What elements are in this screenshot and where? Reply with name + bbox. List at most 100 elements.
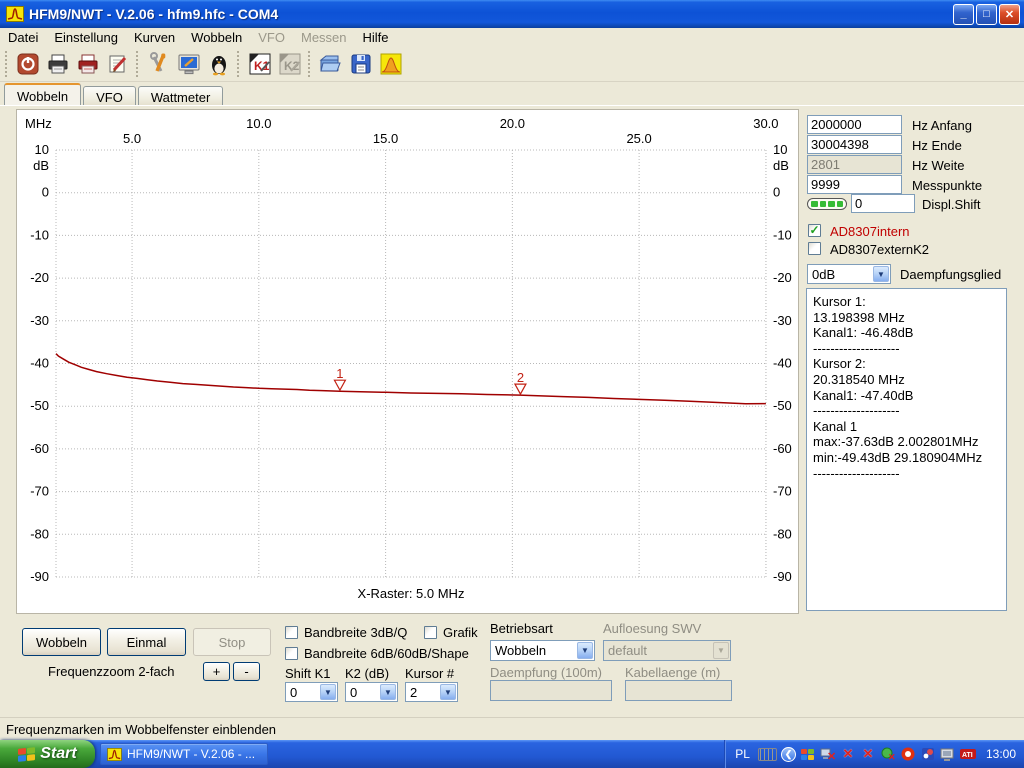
taskbar-task-hfm9nwt[interactable]: HFM9/NWT - V.2.06 - ... <box>100 743 268 765</box>
screen-edit-icon[interactable] <box>174 49 204 79</box>
sweep-curve-icon[interactable] <box>376 49 406 79</box>
kursor-nr-label: Kursor # <box>405 666 454 681</box>
daempfung-label: Daempfung (100m) <box>490 665 602 680</box>
cursor-info-line: Kanal1: -46.48dB <box>813 325 1000 341</box>
ad8307-extern-checkbox[interactable] <box>808 242 821 255</box>
stop-button: Stop <box>193 628 271 656</box>
network-error-icon[interactable]: ✕ <box>820 746 836 762</box>
zoom-in-button[interactable]: + <box>203 662 230 681</box>
messpunkte-label: Messpunkte <box>912 178 982 193</box>
tab-wattmeter[interactable]: Wattmeter <box>138 86 223 105</box>
print-color-icon[interactable] <box>73 49 103 79</box>
start-button[interactable]: Start <box>0 740 95 768</box>
display-settings-icon[interactable] <box>940 746 956 762</box>
tab-vfo[interactable]: VFO <box>83 86 136 105</box>
k2-db-select[interactable]: 0▼ <box>345 682 398 702</box>
bandbreite-6db-checkbox[interactable] <box>285 647 298 660</box>
settings-tools-icon[interactable] <box>144 49 174 79</box>
menu-wobbeln[interactable]: Wobbeln <box>183 28 250 47</box>
svg-text:-30: -30 <box>30 313 49 328</box>
aufloesung-swv-label: Aufloesung SWV <box>603 621 701 636</box>
dual-color-app-icon[interactable] <box>920 746 936 762</box>
menu-hilfe[interactable]: Hilfe <box>355 28 397 47</box>
tab-wobbeln[interactable]: Wobbeln <box>4 83 81 105</box>
chevron-down-icon[interactable]: ▼ <box>380 684 396 700</box>
cursor-info-line: -------------------- <box>813 403 1000 419</box>
device-error-1-icon[interactable]: ✕ <box>840 746 856 762</box>
keyboard-layout-icon[interactable] <box>758 748 777 761</box>
menu-kurven[interactable]: Kurven <box>126 28 183 47</box>
chevron-down-icon[interactable]: ▼ <box>873 266 889 282</box>
menu-datei[interactable]: Datei <box>0 28 46 47</box>
svg-text:dB: dB <box>33 158 49 173</box>
einmal-button[interactable]: Einmal <box>107 628 186 656</box>
minimize-button[interactable]: _ <box>953 4 974 25</box>
menu-vfo: VFO <box>250 28 293 47</box>
open-file-icon[interactable] <box>316 49 346 79</box>
start-label: Start <box>40 745 76 763</box>
svg-text:-70: -70 <box>773 484 792 499</box>
taskbar-clock[interactable]: 13:00 <box>986 747 1016 761</box>
chevron-down-icon[interactable]: ▼ <box>320 684 336 700</box>
toolbar-gripper <box>237 51 242 77</box>
svg-text:-80: -80 <box>773 526 792 541</box>
cursor-marker-1[interactable]: 1 <box>334 366 345 390</box>
hz-anfang-input[interactable] <box>807 115 902 134</box>
agent-error-icon[interactable]: ✕ <box>880 746 896 762</box>
hide-tray-icons-button[interactable]: ❮ <box>781 747 796 762</box>
svg-text:-70: -70 <box>30 484 49 499</box>
windows-update-icon[interactable] <box>800 746 816 762</box>
save-file-icon[interactable] <box>346 49 376 79</box>
ati-icon[interactable]: ATI <box>960 746 976 762</box>
window-title: HFM9/NWT - V.2.06 - hfm9.hfc - COM4 <box>29 6 951 22</box>
svg-text:dB: dB <box>773 158 789 173</box>
maximize-button[interactable]: □ <box>976 4 997 25</box>
exit-icon[interactable] <box>13 49 43 79</box>
svg-text:30.0: 30.0 <box>753 116 778 131</box>
language-indicator[interactable]: PL <box>731 746 754 762</box>
device-error-2-icon[interactable]: ✕ <box>860 746 876 762</box>
chevron-down-icon: ▼ <box>713 642 729 659</box>
bandbreite-3db-checkbox[interactable] <box>285 626 298 639</box>
red-app-icon[interactable] <box>900 746 916 762</box>
cursor-marker-2[interactable]: 2 <box>515 370 526 394</box>
svg-text:X-Raster: 5.0 MHz: X-Raster: 5.0 MHz <box>358 586 465 601</box>
menu-bar: Datei Einstellung Kurven Wobbeln VFO Mes… <box>0 28 1024 47</box>
task-label: HFM9/NWT - V.2.06 - ... <box>127 747 255 761</box>
daempfungsglied-select[interactable]: 0dB ▼ <box>807 264 891 284</box>
linux-tux-icon[interactable] <box>204 49 234 79</box>
kursor-nr-select[interactable]: 2▼ <box>405 682 458 702</box>
cursor-info-line: Kanal1: -47.40dB <box>813 388 1000 404</box>
kabellaenge-input <box>625 680 732 701</box>
displ-shift-input[interactable] <box>851 194 915 213</box>
svg-text:2: 2 <box>517 370 524 385</box>
shift-k1-select[interactable]: 0▼ <box>285 682 338 702</box>
svg-text:-40: -40 <box>773 356 792 371</box>
close-button[interactable]: ✕ <box>999 4 1020 25</box>
svg-text:-60: -60 <box>30 441 49 456</box>
chevron-down-icon[interactable]: ▼ <box>440 684 456 700</box>
wobbeln-button[interactable]: Wobbeln <box>22 628 101 656</box>
grafik-checkbox[interactable] <box>424 626 437 639</box>
hz-ende-input[interactable] <box>807 135 902 154</box>
bandbreite-6db-label: Bandbreite 6dB/60dB/Shape <box>304 646 469 661</box>
calibrate-k1-icon[interactable]: K1 <box>245 49 275 79</box>
print-icon[interactable] <box>43 49 73 79</box>
svg-text:✕: ✕ <box>888 752 896 762</box>
messpunkte-input[interactable] <box>807 175 902 194</box>
edit-notes-icon[interactable] <box>103 49 133 79</box>
menu-einstellung[interactable]: Einstellung <box>46 28 126 47</box>
svg-text:0: 0 <box>42 185 49 200</box>
system-tray: PL ❮ ✕ ✕ ✕ ✕ ATI 13:00 <box>724 740 1024 768</box>
svg-text:-80: -80 <box>30 526 49 541</box>
cursor-info-line: 20.318540 MHz <box>813 372 1000 388</box>
zoom-out-button[interactable]: - <box>233 662 260 681</box>
svg-text:15.0: 15.0 <box>373 131 398 146</box>
ad8307-extern-label: AD8307externK2 <box>830 242 929 257</box>
sweep-chart[interactable]: 101000-10-10-20-20-30-30-40-40-50-50-60-… <box>17 110 798 613</box>
chevron-down-icon[interactable]: ▼ <box>577 642 593 659</box>
ad8307-intern-checkbox[interactable]: ✓ <box>808 224 821 237</box>
svg-text:✕: ✕ <box>827 751 836 762</box>
sweep-chart-area[interactable]: 101000-10-10-20-20-30-30-40-40-50-50-60-… <box>16 109 799 614</box>
betriebsart-select[interactable]: Wobbeln▼ <box>490 640 595 661</box>
